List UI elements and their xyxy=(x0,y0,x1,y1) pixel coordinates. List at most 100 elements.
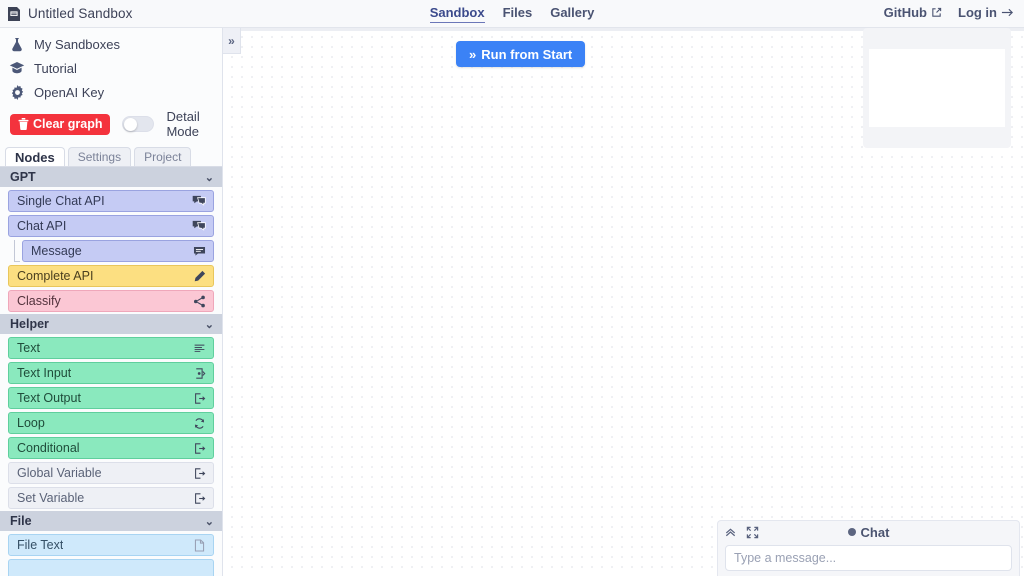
tab-settings[interactable]: Settings xyxy=(67,147,132,166)
app-root: Untitled Sandbox Sandbox Files Gallery G… xyxy=(0,0,1024,576)
palette-group-gpt[interactable]: GPT ⌄ xyxy=(0,167,222,187)
chat-panel: Chat xyxy=(717,520,1020,576)
nav-files[interactable]: Files xyxy=(503,5,533,22)
arrow-right-icon xyxy=(1001,7,1014,18)
palette-node-text[interactable]: Text xyxy=(8,337,214,359)
chat-message-input[interactable] xyxy=(725,545,1012,571)
top-nav: Sandbox Files Gallery xyxy=(300,5,724,23)
minimap-viewport xyxy=(869,49,1005,127)
sidebar-collapse-toggle[interactable]: » xyxy=(223,28,241,54)
file-save-icon xyxy=(7,6,21,22)
chat-bubbles-icon xyxy=(192,194,206,208)
palette-node-label: Classify xyxy=(17,294,61,308)
chat-status-dot xyxy=(847,528,856,536)
sandbox-title: Untitled Sandbox xyxy=(28,6,133,21)
pencil-icon xyxy=(193,270,206,283)
external-link-icon xyxy=(931,7,942,18)
chevron-down-icon: ⌄ xyxy=(204,515,214,528)
palette-node[interactable] xyxy=(8,559,214,576)
palette-group-body: Single Chat API Chat API Message Complete A… xyxy=(0,187,222,314)
sidebar-menu: My Sandboxes Tutorial OpenAI Key xyxy=(0,28,222,104)
palette-node-label: Complete API xyxy=(17,269,94,283)
sidebar-item-label: OpenAI Key xyxy=(34,84,105,100)
palette-node-set-variable[interactable]: Set Variable xyxy=(8,487,214,509)
message-icon xyxy=(193,245,206,258)
palette-node-conditional[interactable]: Conditional xyxy=(8,437,214,459)
chevron-double-up-icon[interactable] xyxy=(724,526,737,539)
top-bar-right: GitHub Log in xyxy=(724,5,1024,22)
output-icon xyxy=(193,467,206,480)
chat-panel-title: Chat xyxy=(860,524,890,540)
palette-node-classify[interactable]: Classify xyxy=(8,290,214,312)
double-chevron-right-icon: » xyxy=(469,46,476,62)
top-bar-left: Untitled Sandbox xyxy=(0,6,300,22)
document-icon xyxy=(193,538,206,552)
chevron-double-right-icon: » xyxy=(228,33,235,48)
output-icon xyxy=(193,392,206,405)
palette-node-label: Loop xyxy=(17,416,45,430)
chevron-down-icon: ⌄ xyxy=(204,318,214,331)
chevron-down-icon: ⌄ xyxy=(204,171,214,184)
login-link-label: Log in xyxy=(958,5,997,20)
palette-node-file-text[interactable]: File Text xyxy=(8,534,214,556)
graduation-cap-icon xyxy=(9,61,25,75)
sidebar-item-tutorial[interactable]: Tutorial xyxy=(0,56,222,80)
palette-group-helper[interactable]: Helper ⌄ xyxy=(0,314,222,334)
palette-group-body: Text Text Input Text Output Loop Conditional… xyxy=(0,334,222,511)
palette-node-label: Message xyxy=(31,244,82,258)
node-palette: GPT ⌄ Single Chat API Chat API Message Comple… xyxy=(0,167,222,576)
palette-node-single-chat-api[interactable]: Single Chat API xyxy=(8,190,214,212)
palette-node-message[interactable]: Message xyxy=(14,240,214,262)
fullscreen-icon[interactable] xyxy=(746,526,759,539)
palette-node-label: Set Variable xyxy=(17,491,85,505)
github-link-label: GitHub xyxy=(883,5,927,20)
palette-group-title: Helper xyxy=(10,317,49,331)
flask-icon xyxy=(9,37,25,52)
left-sidebar: My Sandboxes Tutorial OpenAI Key Clear g… xyxy=(0,28,223,576)
gear-icon xyxy=(9,84,25,100)
palette-node-text-output[interactable]: Text Output xyxy=(8,387,214,409)
palette-node-loop[interactable]: Loop xyxy=(8,412,214,434)
palette-group-body: File Text xyxy=(0,531,222,576)
palette-node-complete-api[interactable]: Complete API xyxy=(8,265,214,287)
palette-node-label: Text Output xyxy=(17,391,81,405)
login-link[interactable]: Log in xyxy=(958,5,1014,22)
palette-node-label: Chat API xyxy=(17,219,67,233)
palette-node-label: Text xyxy=(17,341,40,355)
output-icon xyxy=(193,442,206,455)
graph-minimap[interactable] xyxy=(863,28,1011,148)
palette-group-title: File xyxy=(10,514,32,528)
sidebar-item-my-sandboxes[interactable]: My Sandboxes xyxy=(0,32,222,56)
trash-icon xyxy=(18,118,29,130)
loop-icon xyxy=(193,417,206,430)
palette-node-chat-api[interactable]: Chat API xyxy=(8,215,214,237)
sidebar-item-openai-key[interactable]: OpenAI Key xyxy=(0,80,222,104)
detail-mode-toggle[interactable] xyxy=(122,116,155,132)
run-from-start-button[interactable]: » Run from Start xyxy=(456,41,586,67)
palette-node-label: Single Chat API xyxy=(17,194,105,208)
tab-nodes[interactable]: Nodes xyxy=(5,147,65,166)
tab-project[interactable]: Project xyxy=(134,147,192,166)
top-bar: Untitled Sandbox Sandbox Files Gallery G… xyxy=(0,0,1024,28)
text-lines-icon xyxy=(193,342,206,355)
clear-graph-button[interactable]: Clear graph xyxy=(10,113,111,135)
github-link[interactable]: GitHub xyxy=(884,5,942,22)
palette-group-title: GPT xyxy=(10,170,36,184)
chat-panel-header: Chat xyxy=(718,521,1019,543)
sidebar-item-label: Tutorial xyxy=(34,60,77,76)
palette-node-label: Conditional xyxy=(17,441,80,455)
chat-bubbles-icon xyxy=(192,219,206,233)
palette-node-label: Global Variable xyxy=(17,466,102,480)
palette-node-label: File Text xyxy=(17,538,64,552)
chat-panel-title-group: Chat xyxy=(718,525,1019,540)
palette-group-file[interactable]: File ⌄ xyxy=(0,511,222,531)
chat-header-controls xyxy=(724,526,759,539)
detail-mode-label: Detail Mode xyxy=(166,109,200,139)
palette-node-global-variable[interactable]: Global Variable xyxy=(8,462,214,484)
nav-sandbox[interactable]: Sandbox xyxy=(429,5,485,23)
sidebar-tabs: Nodes Settings Project xyxy=(0,146,222,167)
palette-node-text-input[interactable]: Text Input xyxy=(8,362,214,384)
run-from-start-label: Run from Start xyxy=(481,46,573,62)
sidebar-controls: Clear graph Detail Mode xyxy=(0,104,222,146)
nav-gallery[interactable]: Gallery xyxy=(550,5,594,22)
